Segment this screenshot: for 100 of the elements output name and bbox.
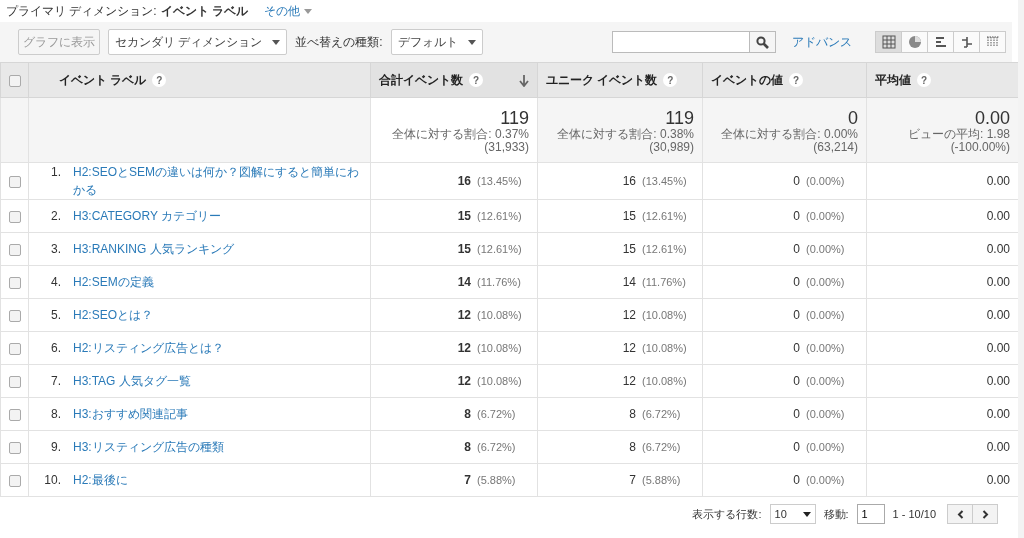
event-label-link[interactable]: H2:SEOとは？ <box>73 306 153 324</box>
help-icon[interactable]: ? <box>469 73 483 87</box>
metric-value: 8 <box>464 407 471 421</box>
row-checkbox[interactable] <box>9 243 21 256</box>
previous-page-button[interactable] <box>947 504 973 524</box>
row-checkbox[interactable] <box>9 375 21 388</box>
metric-share: (0.00%) <box>806 374 846 389</box>
goto-field[interactable]: 1 <box>856 504 885 524</box>
metric-share: (0.00%) <box>806 209 846 224</box>
metric-value: 0.00 <box>986 308 1010 322</box>
view-toggle[interactable] <box>875 31 902 53</box>
rows-per-page-dropdown[interactable]: 10 <box>769 504 816 524</box>
metric-value: 0.00 <box>986 440 1010 454</box>
caret-icon <box>802 511 811 517</box>
metric-value: 15 <box>457 242 471 256</box>
caret-icon <box>467 39 476 45</box>
bar-chart-icon <box>933 35 948 49</box>
row-checkbox[interactable] <box>9 309 21 322</box>
column-header-cell[interactable]: イベントの値 ? <box>702 62 867 98</box>
pivot-table-icon <box>985 35 1000 49</box>
summary-total: 119 <box>664 108 694 128</box>
column-header[interactable]: ユニーク イベント数 <box>546 71 658 89</box>
column-header[interactable]: 合計イベント数 <box>379 71 463 89</box>
metric-value: 8 <box>629 407 636 421</box>
summary-count: (30,989) <box>648 141 694 154</box>
row-number: 6. <box>50 340 61 357</box>
metric-value: 0.00 <box>986 341 1010 355</box>
row-checkbox[interactable] <box>9 474 21 487</box>
metric-share: (10.08%) <box>642 341 688 356</box>
event-label-link[interactable]: H2:SEOとSEMの違いは何か？図解にすると簡単にわかる <box>73 163 362 199</box>
other-dimensions-link[interactable]: その他 <box>264 2 312 20</box>
metric-share: (12.61%) <box>477 242 523 257</box>
metric-value: 15 <box>457 209 471 223</box>
metric-value: 16 <box>622 174 636 188</box>
sort-arrow-icon[interactable] <box>519 74 529 87</box>
help-icon[interactable]: ? <box>663 73 678 87</box>
advanced-link[interactable]: アドバンス <box>792 33 852 51</box>
select-all-checkbox[interactable] <box>9 74 21 87</box>
column-header-cell[interactable]: 合計イベント数 ? <box>370 62 538 98</box>
row-checkbox[interactable] <box>9 276 21 289</box>
rows-per-page-label: 表示する行数: <box>692 506 762 522</box>
event-label-link[interactable]: H3:CATEGORY カテゴリー <box>73 207 222 225</box>
help-icon[interactable]: ? <box>152 73 167 87</box>
metric-value: 14 <box>622 275 636 289</box>
metric-share: (0.00%) <box>806 407 846 422</box>
column-header-cell[interactable]: 平均値 ? <box>866 62 1019 98</box>
help-icon[interactable]: ? <box>917 73 931 87</box>
metric-share: (0.00%) <box>806 242 846 257</box>
metric-share: (0.00%) <box>806 174 846 189</box>
row-number: 4. <box>50 274 61 291</box>
metric-share: (0.00%) <box>806 308 846 323</box>
metric-share: (5.88%) <box>477 473 517 488</box>
table-view-icon <box>881 35 896 49</box>
event-label-link[interactable]: H2:最後に <box>73 471 128 489</box>
sort-dropdown[interactable]: デフォルト <box>390 29 483 55</box>
secondary-dimension-dropdown[interactable]: セカンダリ ディメンション <box>108 29 288 55</box>
view-toggle[interactable] <box>953 31 980 53</box>
dimension-value: イベント ラベル <box>160 3 248 20</box>
column-header[interactable]: イベントの値 <box>711 71 783 89</box>
row-checkbox[interactable] <box>9 210 21 223</box>
help-icon[interactable]: ? <box>789 73 803 87</box>
column-header[interactable]: イベント ラベル <box>59 71 147 89</box>
column-header-cell[interactable]: イベント ラベル ? <box>28 62 371 98</box>
metric-value: 12 <box>457 308 471 322</box>
summary-count: (-100.00%) <box>949 141 1010 154</box>
event-label-link[interactable]: H3:リスティング広告の種類 <box>73 438 224 456</box>
metric-share: (6.72%) <box>477 407 517 422</box>
row-checkbox[interactable] <box>9 408 21 421</box>
view-toggle[interactable] <box>979 31 1006 53</box>
metric-share: (10.08%) <box>477 374 523 389</box>
metric-share: (13.45%) <box>642 174 688 189</box>
event-label-link[interactable]: H3:TAG 人気タグ一覧 <box>73 372 191 390</box>
metric-value: 12 <box>457 374 471 388</box>
column-header-cell[interactable]: ユニーク イベント数 ? <box>537 62 703 98</box>
metric-value: 12 <box>622 374 636 388</box>
metric-share: (11.76%) <box>642 275 687 290</box>
metric-share: (6.72%) <box>477 440 517 455</box>
next-page-button[interactable] <box>972 504 998 524</box>
column-header[interactable]: 平均値 <box>875 71 911 89</box>
event-label-link[interactable]: H3:おすすめ関連記事 <box>73 405 188 423</box>
metric-value: 12 <box>622 308 636 322</box>
metric-share: (12.61%) <box>642 209 688 224</box>
view-toggle[interactable] <box>927 31 954 53</box>
event-label-link[interactable]: H3:RANKING 人気ランキング <box>73 240 234 258</box>
event-label-link[interactable]: H2:リスティング広告とは？ <box>73 339 224 357</box>
summary-share: 全体に対する割合: 0.38% <box>556 128 694 141</box>
row-checkbox[interactable] <box>9 342 21 355</box>
row-number: 5. <box>50 307 61 324</box>
row-checkbox[interactable] <box>9 441 21 454</box>
row-checkbox[interactable] <box>9 175 21 188</box>
event-label-link[interactable]: H2:SEMの定義 <box>73 273 154 291</box>
search-icon <box>756 35 769 49</box>
search-field[interactable] <box>612 31 750 53</box>
search-button[interactable] <box>750 31 776 53</box>
view-toggle[interactable] <box>901 31 928 53</box>
comparison-icon <box>959 35 974 49</box>
page-range: 1 - 10/10 <box>892 506 936 522</box>
metric-value: 15 <box>622 242 636 256</box>
metric-share: (10.08%) <box>642 308 688 323</box>
metric-share: (0.00%) <box>806 440 846 455</box>
